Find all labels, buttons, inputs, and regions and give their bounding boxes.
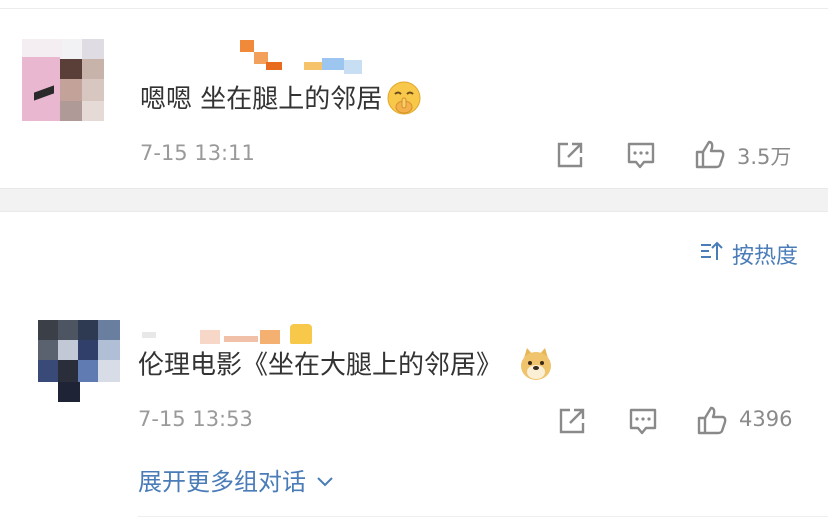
thumbs-up-icon[interactable] — [696, 404, 728, 436]
like-count: 4396 — [739, 407, 793, 431]
sort-icon — [700, 240, 732, 268]
comment-icon[interactable] — [628, 406, 658, 436]
chevron-down-icon — [306, 466, 334, 494]
expand-label: 展开更多组对话 — [138, 468, 306, 496]
comment-text: 伦理电影《坐在大腿上的邻居》 — [138, 348, 554, 384]
comment-icon[interactable] — [626, 140, 656, 170]
share-icon[interactable] — [555, 140, 585, 170]
shushing-face-emoji — [386, 80, 422, 116]
comment-time: 7-15 13:11 — [140, 141, 255, 165]
like-count: 3.5万 — [737, 145, 792, 169]
comment-text-content: 嗯嗯 坐在腿上的邻居 — [140, 84, 383, 115]
avatar[interactable] — [38, 320, 120, 402]
username-redacted[interactable] — [140, 314, 320, 344]
comment-text-content: 伦理电影《坐在大腿上的邻居》 — [138, 350, 503, 381]
avatar[interactable] — [22, 39, 104, 121]
expand-conversation-link[interactable]: 展开更多组对话 — [138, 462, 334, 497]
bottom-divider — [138, 516, 828, 517]
comment-item: 伦理电影《坐在大腿上的邻居》 7-15 13:53 4396 展开更多组对话 — [0, 300, 828, 530]
section-divider — [0, 188, 828, 212]
sort-button[interactable]: 按热度 — [700, 238, 798, 270]
comment-time: 7-15 13:53 — [138, 407, 253, 431]
sort-label: 按热度 — [731, 244, 798, 269]
thumbs-up-icon[interactable] — [694, 138, 726, 170]
username-redacted[interactable] — [236, 38, 366, 74]
comment-item: 嗯嗯 坐在腿上的邻居 7-15 13:11 3.5万 — [0, 0, 828, 190]
share-icon[interactable] — [557, 406, 587, 436]
comment-text: 嗯嗯 坐在腿上的邻居 — [140, 80, 422, 118]
doge-emoji — [518, 346, 554, 382]
